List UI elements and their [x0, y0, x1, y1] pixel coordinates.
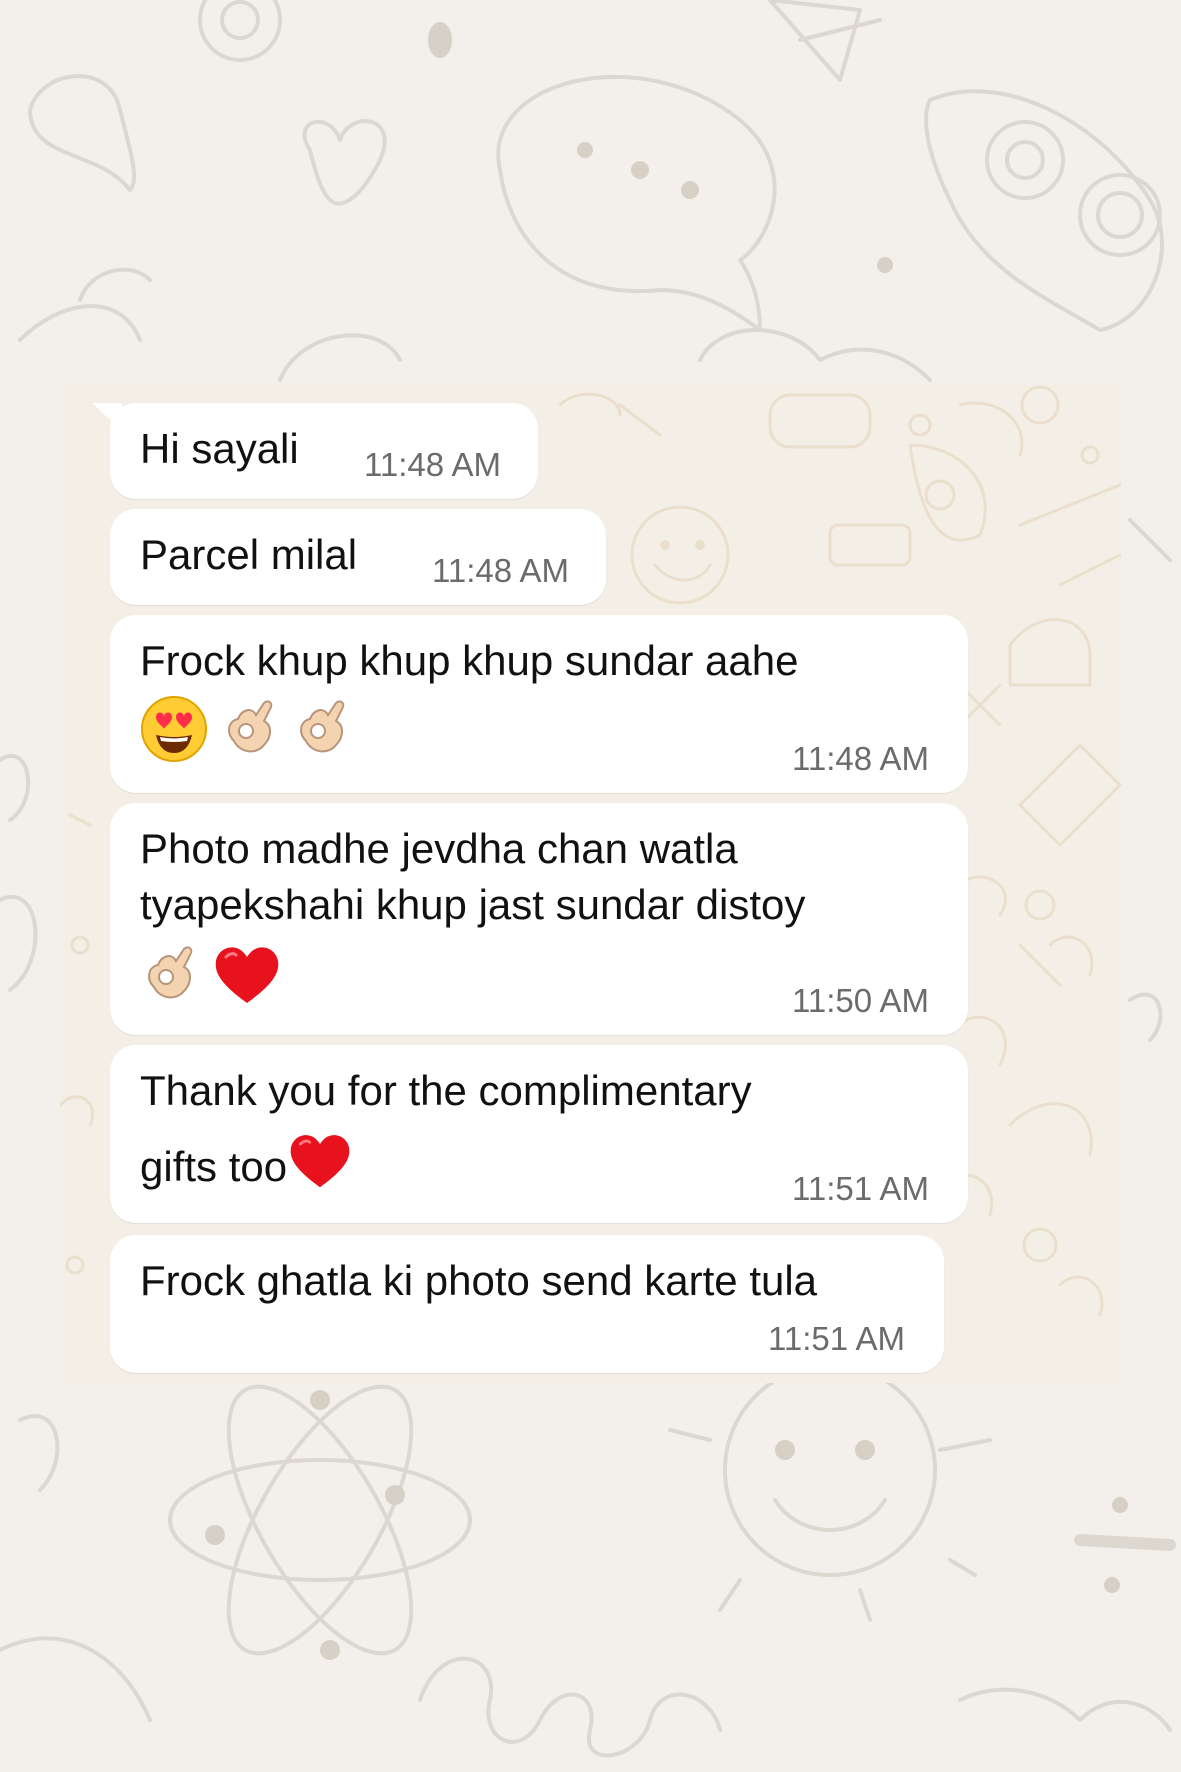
message-timestamp: 11:51 AM: [792, 1170, 929, 1207]
message-text-line-2-text: gifts too: [140, 1143, 288, 1190]
message-bubble[interactable]: Photo madhe jevdha chan watla tyapekshah…: [110, 803, 968, 1035]
message-text: Frock ghatla ki photo send karte tula: [140, 1257, 818, 1304]
message-text-line-2: tyapekshahi khup jast sundar distoy: [140, 881, 806, 928]
bubble-tail: [92, 403, 122, 431]
heart-eyes-emoji: [141, 696, 207, 762]
chat-screenshot: Hi sayali 11:48 AM Parcel milal 11:48 AM…: [60, 385, 1122, 1383]
message-text-line-1: Thank you for the complimentary: [140, 1067, 752, 1114]
message-bubble[interactable]: Thank you for the complimentary gifts to…: [110, 1045, 968, 1223]
message-timestamp: 11:51 AM: [768, 1320, 905, 1357]
message-bubble[interactable]: Frock ghatla ki photo send karte tula 11…: [110, 1235, 944, 1373]
message-text-line-1: Photo madhe jevdha chan watla: [140, 825, 738, 872]
message-bubble[interactable]: Parcel milal 11:48 AM: [110, 509, 606, 605]
message-text: Parcel milal: [140, 531, 358, 578]
ok-hand-emoji: [228, 700, 273, 753]
message-text-line-2: gifts too: [140, 1131, 353, 1195]
message-text: Frock khup khup khup sundar aahe: [140, 637, 799, 684]
ok-hand-emoji: [148, 946, 193, 999]
emoji-row: [140, 695, 352, 763]
message-timestamp: 11:48 AM: [792, 740, 929, 777]
message-text: Hi sayali: [140, 425, 299, 472]
red-heart-emoji: [215, 947, 279, 1003]
ok-hand-emoji: [300, 700, 345, 753]
red-heart-emoji: [290, 1135, 350, 1188]
message-bubble[interactable]: Frock khup khup khup sundar aahe 11:48 A…: [110, 615, 968, 793]
message-timestamp: 11:48 AM: [432, 552, 569, 589]
message-timestamp: 11:48 AM: [364, 446, 501, 483]
message-timestamp: 11:50 AM: [792, 982, 929, 1019]
message-bubble[interactable]: Hi sayali 11:48 AM: [92, 403, 538, 499]
emoji-row: [140, 943, 282, 1007]
